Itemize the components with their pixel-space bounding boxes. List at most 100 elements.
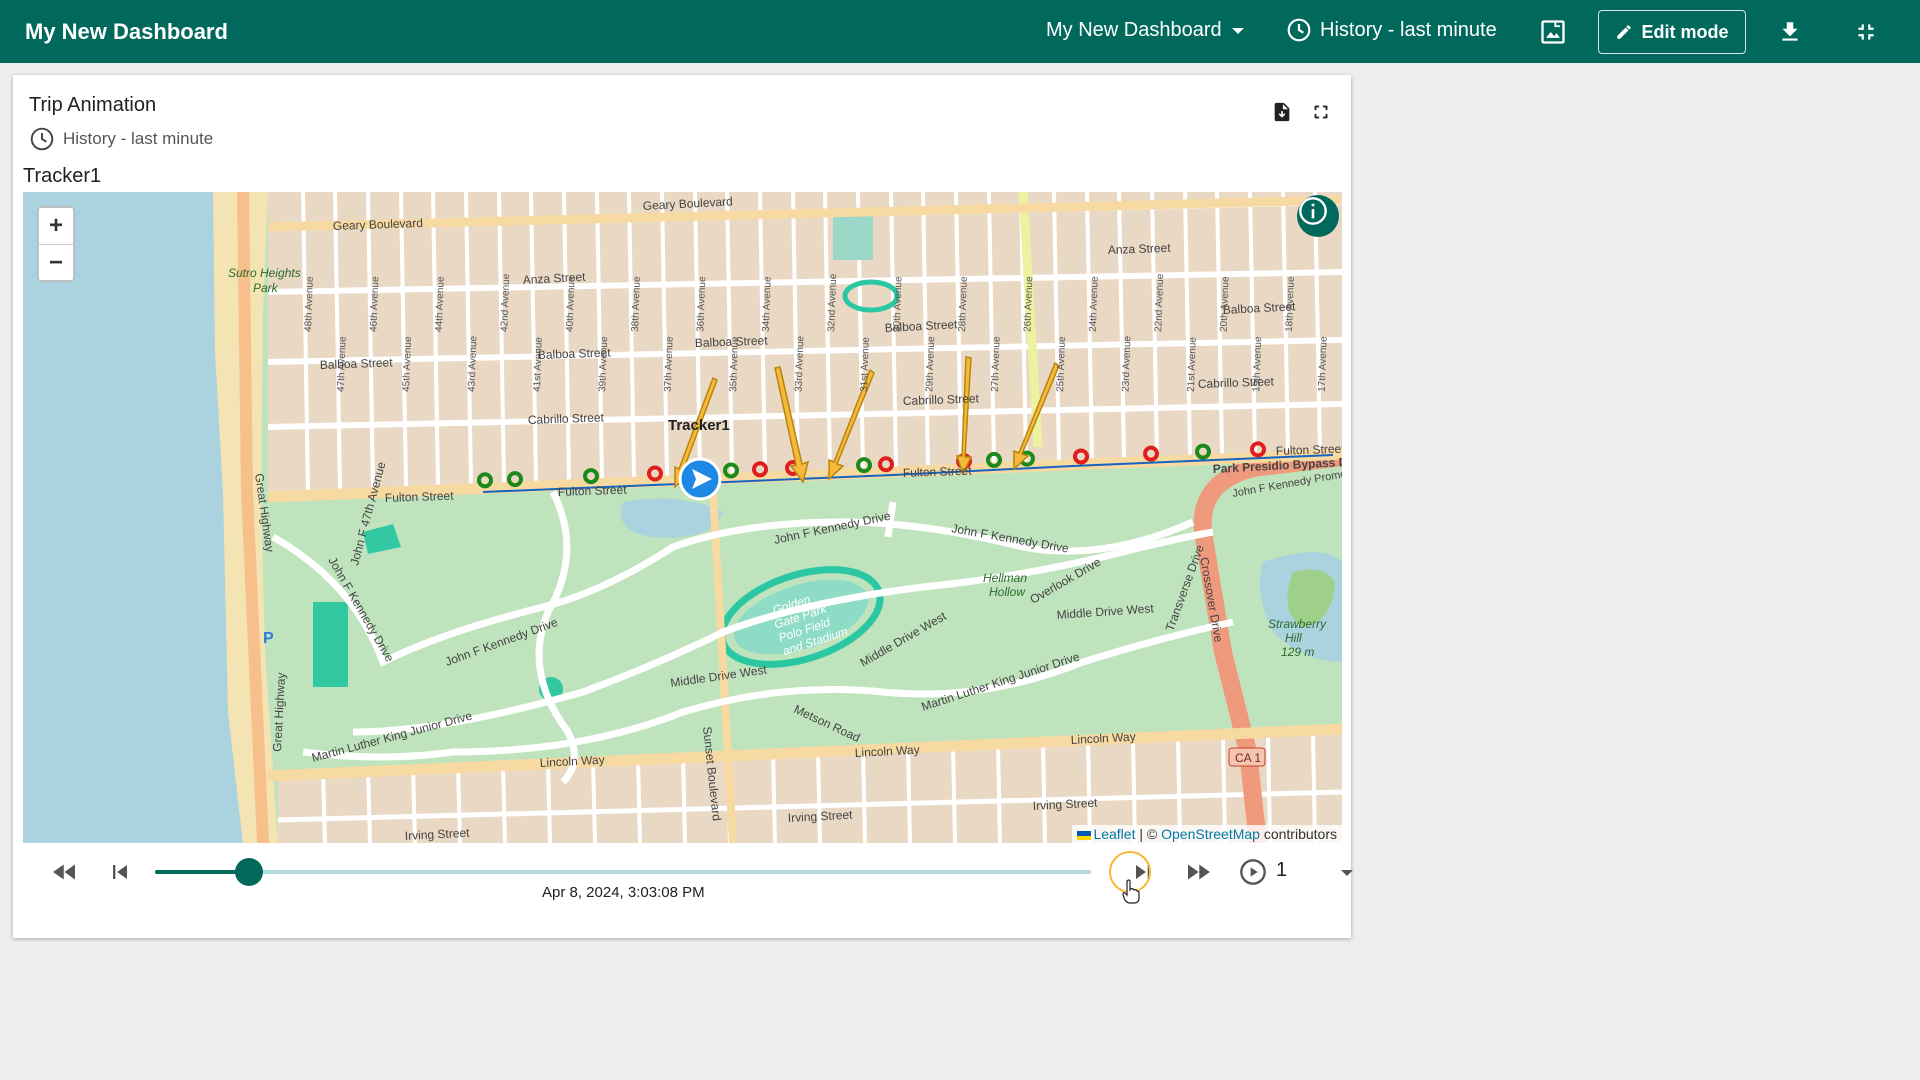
fast-rewind-button[interactable]: [47, 854, 83, 890]
label-balboa-left: Balboa Street: [320, 355, 394, 372]
label-avenue: 42nd Avenue: [499, 273, 512, 332]
dashboard-select-label: My New Dashboard: [1046, 19, 1222, 41]
tracker-name: Tracker1: [23, 165, 102, 187]
label-avenue: 20th Avenue: [1219, 276, 1232, 332]
label-avenue: 46th Avenue: [368, 276, 381, 332]
top-app-bar: My New Dashboard My New Dashboard Histor…: [0, 0, 1920, 63]
timewindow-label: History - last minute: [1320, 18, 1497, 41]
tracker-marker[interactable]: [678, 457, 722, 501]
attribution-separator: | ©: [1135, 826, 1162, 842]
label-avenue: 41st Avenue: [532, 336, 545, 392]
label-avenue: 21st Avenue: [1186, 336, 1199, 392]
ca1-shield: CA 1: [1228, 747, 1266, 767]
label-hellman-2: Hollow: [989, 585, 1026, 599]
exit-fullscreen-icon[interactable]: [1852, 18, 1880, 46]
label-avenue: 43rd Avenue: [467, 335, 480, 392]
timeline-slider-thumb[interactable]: [234, 858, 263, 886]
label-avenue: 24th Avenue: [1088, 276, 1101, 332]
fast-rewind-icon: [53, 864, 75, 880]
skip-previous-button[interactable]: [102, 854, 138, 890]
widget-timewindow: History - last minute: [29, 126, 213, 152]
attribution-suffix: contributors: [1259, 826, 1337, 842]
label-sutro-2: Park: [253, 281, 279, 295]
hand-cursor-icon: [1122, 879, 1140, 904]
label-avenue: 31st Avenue: [859, 336, 872, 392]
timeline-slider[interactable]: [155, 858, 1091, 886]
label-cabrillo-right: Cabrillo Street: [1198, 374, 1275, 391]
widget-timewindow-label: History - last minute: [63, 129, 214, 148]
zoom-control: + −: [37, 206, 75, 282]
label-cabrillo-mid: Cabrillo Street: [903, 391, 980, 408]
chevron-down-icon[interactable]: [1341, 870, 1353, 876]
speed-select[interactable]: 1: [1276, 859, 1287, 882]
zoom-in-button[interactable]: +: [39, 208, 73, 244]
label-avenue: 37th Avenue: [663, 336, 676, 392]
widget-title: Trip Animation: [29, 94, 157, 116]
leaflet-link[interactable]: Leaflet: [1093, 826, 1135, 842]
clock-icon: [1287, 18, 1311, 42]
tennis-courts: [313, 602, 348, 687]
dashboard-select[interactable]: My New Dashboard: [1046, 19, 1244, 42]
label-avenue: 22nd Avenue: [1153, 273, 1166, 332]
image-icon[interactable]: [1539, 18, 1567, 46]
label-avenue: 23rd Avenue: [1121, 335, 1134, 392]
chevron-down-icon: [1231, 27, 1244, 34]
current-time: Apr 8, 2024, 3:03:08 PM: [542, 884, 705, 901]
label-avenue: 25th Avenue: [1055, 336, 1068, 392]
label-fulton-mid: Fulton Street: [558, 483, 628, 499]
fast-forward-icon: [1188, 864, 1210, 880]
label-avenue: 40th Avenue: [565, 276, 578, 332]
label-avenue: 26th Avenue: [1022, 276, 1035, 332]
label-avenue: 45th Avenue: [401, 336, 414, 392]
label-avenue: 28th Avenue: [957, 276, 970, 332]
label-avenue: 17th Avenue: [1317, 336, 1330, 392]
label-avenue: 35th Avenue: [728, 336, 741, 392]
label-fulton-left: Fulton Street: [385, 489, 455, 505]
label-strawberry-2: Hill: [1285, 631, 1302, 645]
label-fulton-right: Fulton Street: [903, 464, 973, 480]
label-avenue: 38th Avenue: [630, 276, 643, 332]
label-avenue: 44th Avenue: [434, 276, 447, 332]
label-avenue: 29th Avenue: [924, 336, 937, 392]
label-sutro-1: Sutro Heights: [228, 266, 301, 280]
ukraine-flag-icon: [1077, 830, 1092, 840]
label-avenue: 33rd Avenue: [794, 335, 807, 392]
label-avenue: 32nd Avenue: [826, 273, 839, 332]
label-avenue: 27th Avenue: [990, 336, 1003, 392]
pencil-icon: [1617, 25, 1632, 39]
label-avenue: 34th Avenue: [761, 276, 774, 332]
school-block: [833, 210, 873, 260]
zoom-out-button[interactable]: −: [39, 244, 73, 280]
osm-link[interactable]: OpenStreetMap: [1161, 826, 1260, 842]
label-avenue: 30th Avenue: [892, 276, 905, 332]
download-icon[interactable]: [1776, 18, 1804, 46]
label-strawberry-1: Strawberry: [1268, 617, 1327, 631]
label-anza-right: Anza Street: [1108, 241, 1172, 257]
label-hellman-1: Hellman: [983, 571, 1027, 585]
export-icon[interactable]: [1269, 99, 1295, 125]
play-icon: [1240, 859, 1266, 885]
edit-mode-button[interactable]: Edit mode: [1598, 10, 1746, 54]
play-button[interactable]: [1235, 854, 1271, 890]
info-icon[interactable]: [1297, 195, 1339, 237]
label-avenue: 39th Avenue: [597, 336, 610, 392]
map-attribution: Leaflet | © OpenStreetMap contributors: [1072, 825, 1342, 843]
label-strawberry-3: 129 m: [1281, 645, 1314, 659]
label-cabrillo: Cabrillo Street: [528, 410, 605, 427]
skip-previous-icon: [113, 865, 127, 879]
timewindow-button[interactable]: History - last minute: [1286, 17, 1497, 43]
label-avenue: 47th Avenue: [336, 336, 349, 392]
fullscreen-icon[interactable]: [1308, 99, 1334, 125]
edit-mode-label: Edit mode: [1641, 21, 1729, 42]
label-avenue: 48th Avenue: [303, 276, 316, 332]
map-view[interactable]: Tracker1 Geary Boulevard Geary Boulevard…: [23, 192, 1342, 843]
clock-icon: [30, 127, 54, 151]
map-tiles: Tracker1 Geary Boulevard Geary Boulevard…: [23, 192, 1342, 843]
marker-label: Tracker1: [668, 417, 730, 434]
fast-forward-button[interactable]: [1180, 854, 1216, 890]
ca1-label: CA 1: [1235, 751, 1261, 765]
label-avenue: 18th Avenue: [1284, 276, 1297, 332]
parking-icon: P: [263, 630, 274, 647]
app-title: My New Dashboard: [25, 19, 228, 44]
label-avenue: 36th Avenue: [695, 276, 708, 332]
